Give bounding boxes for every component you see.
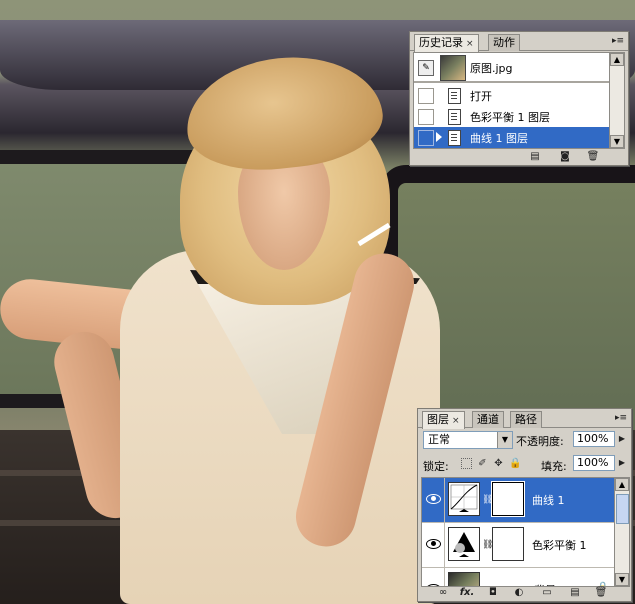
close-icon[interactable]: × bbox=[466, 39, 474, 49]
trash-icon[interactable]: 🗑 bbox=[586, 150, 600, 163]
lock-move-icon[interactable]: ✥ bbox=[493, 458, 504, 469]
add-mask-icon[interactable]: ◘ bbox=[486, 586, 500, 599]
fill-arrow-icon[interactable]: ▶ bbox=[616, 455, 628, 471]
fx-icon[interactable]: fx. bbox=[458, 586, 476, 599]
link-chain-icon[interactable]: ⛓ bbox=[482, 539, 493, 551]
lock-all-icon[interactable]: 🔒 bbox=[509, 458, 521, 469]
history-step-selected[interactable]: 曲线 1 图层 bbox=[414, 127, 610, 148]
fill-label: 填充: bbox=[541, 460, 567, 473]
layer-mask-thumbnail[interactable] bbox=[491, 481, 525, 517]
close-icon[interactable]: × bbox=[452, 416, 460, 426]
history-brush-checkbox[interactable] bbox=[418, 88, 434, 104]
visibility-eye-icon[interactable] bbox=[422, 523, 445, 567]
camera-icon[interactable]: ◙ bbox=[558, 150, 572, 163]
tab-channels[interactable]: 通道 bbox=[472, 411, 504, 428]
panel-menu-icon[interactable]: ▸≡ bbox=[611, 35, 625, 47]
history-panel: 历史记录 × 动作 ▸≡ ✎ 原图.jpg 打开 色彩平衡 1 图层 曲线 1 图… bbox=[409, 31, 629, 166]
layers-scrollbar[interactable]: ▲ ▼ bbox=[614, 477, 630, 587]
document-state-icon bbox=[448, 109, 461, 125]
layer-curves[interactable]: ⛓ 曲线 1 bbox=[422, 478, 615, 523]
opacity-label: 不透明度: bbox=[516, 435, 564, 448]
curves-adjustment-icon bbox=[448, 482, 480, 516]
adjustment-layer-icon[interactable]: ◐ bbox=[512, 586, 526, 599]
history-step[interactable]: 色彩平衡 1 图层 bbox=[414, 106, 610, 127]
history-snapshot[interactable]: ✎ 原图.jpg bbox=[414, 53, 610, 83]
panel-menu-icon[interactable]: ▸≡ bbox=[614, 412, 628, 424]
history-scrollbar[interactable]: ▲ ▼ bbox=[609, 52, 625, 149]
current-state-arrow-icon bbox=[436, 132, 442, 142]
lock-row: 锁定: ✐ ✥ 🔒 填充: 100% ▶ bbox=[421, 455, 628, 473]
document-state-icon bbox=[448, 130, 461, 146]
snapshot-thumbnail bbox=[440, 55, 466, 81]
new-layer-icon[interactable]: ▤ bbox=[568, 586, 582, 599]
history-footer: ▤ ◙ 🗑 bbox=[410, 149, 628, 165]
scroll-down-icon[interactable]: ▼ bbox=[610, 135, 624, 148]
blend-row: 正常 ▼ 不透明度: 100% ▶ bbox=[421, 431, 628, 451]
visibility-eye-icon[interactable] bbox=[422, 478, 445, 522]
tab-history[interactable]: 历史记录 × bbox=[414, 34, 479, 52]
trash-icon[interactable]: 🗑 bbox=[594, 586, 608, 599]
opacity-arrow-icon[interactable]: ▶ bbox=[616, 431, 628, 447]
layer-mask-thumbnail[interactable] bbox=[492, 527, 524, 561]
layers-tabbar: 图层 × 通道 路径 ▸≡ bbox=[418, 409, 631, 429]
history-list: ✎ 原图.jpg 打开 色彩平衡 1 图层 曲线 1 图层 bbox=[413, 52, 611, 149]
history-brush-checkbox[interactable] bbox=[418, 130, 434, 146]
scroll-up-icon[interactable]: ▲ bbox=[615, 478, 629, 491]
blend-mode-select[interactable]: 正常 ▼ bbox=[423, 431, 513, 449]
tab-layers[interactable]: 图层 × bbox=[422, 411, 465, 429]
new-document-icon[interactable]: ▤ bbox=[528, 150, 542, 163]
history-step[interactable]: 打开 bbox=[414, 85, 610, 106]
layers-list: ⛓ 曲线 1 ⛓ 色彩平衡 1 背景 🔒 bbox=[421, 477, 616, 587]
link-chain-icon[interactable]: ⛓ bbox=[482, 494, 493, 506]
history-tabbar: 历史记录 × 动作 ▸≡ bbox=[410, 32, 628, 52]
color-balance-adjustment-icon bbox=[448, 527, 480, 561]
scroll-thumb[interactable] bbox=[616, 494, 629, 524]
lock-brush-icon[interactable]: ✐ bbox=[477, 458, 488, 469]
tab-actions[interactable]: 动作 bbox=[488, 34, 520, 51]
chevron-down-icon[interactable]: ▼ bbox=[497, 432, 512, 448]
lock-transparency-icon[interactable] bbox=[461, 458, 472, 469]
fill-input[interactable]: 100% bbox=[573, 455, 615, 471]
opacity-input[interactable]: 100% bbox=[573, 431, 615, 447]
lock-label: 锁定: bbox=[423, 460, 449, 473]
layers-panel: 图层 × 通道 路径 ▸≡ 正常 ▼ 不透明度: 100% ▶ 锁定: ✐ ✥ 🔒… bbox=[417, 408, 632, 602]
scroll-up-icon[interactable]: ▲ bbox=[610, 53, 624, 66]
link-layers-icon[interactable]: ∞ bbox=[436, 586, 450, 599]
snapshot-label: 原图.jpg bbox=[470, 62, 513, 75]
history-brush-checkbox[interactable] bbox=[418, 109, 434, 125]
document-state-icon bbox=[448, 88, 461, 104]
brush-source-icon[interactable]: ✎ bbox=[418, 60, 434, 76]
layers-footer: ∞ fx. ◘ ◐ ▭ ▤ 🗑 bbox=[418, 585, 631, 601]
new-group-icon[interactable]: ▭ bbox=[540, 586, 554, 599]
layer-color-balance[interactable]: ⛓ 色彩平衡 1 bbox=[422, 523, 615, 568]
tab-paths[interactable]: 路径 bbox=[510, 411, 542, 428]
